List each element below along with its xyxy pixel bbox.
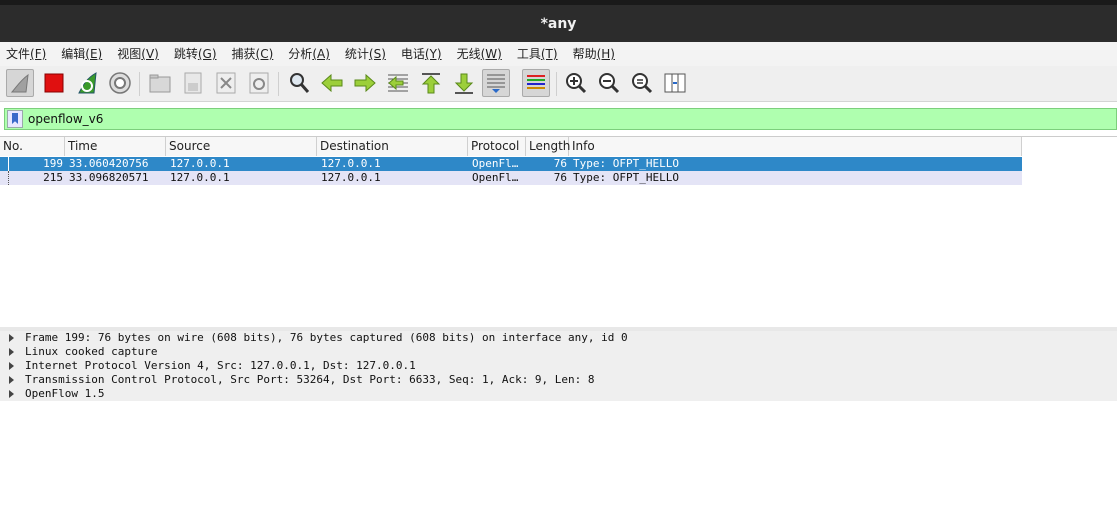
find-packet-icon[interactable] (285, 69, 313, 97)
menu-tools[interactable]: 工具(T) (511, 42, 564, 66)
main-toolbar (0, 66, 1117, 102)
cell-destination: 127.0.0.1 (321, 171, 381, 184)
expand-arrow-icon[interactable] (9, 362, 14, 370)
display-filter-input[interactable]: openflow_v6 (28, 112, 103, 126)
toolbar-separator (139, 72, 140, 96)
tree-item-tcp[interactable]: Transmission Control Protocol, Src Port:… (0, 373, 1117, 387)
menu-edit[interactable]: 编辑(E) (55, 42, 108, 66)
table-row[interactable]: 199 33.060420756 127.0.0.1 127.0.0.1 Ope… (0, 157, 1022, 171)
column-header-destination[interactable]: Destination (317, 137, 468, 156)
save-file-icon[interactable] (179, 69, 207, 97)
cell-destination: 127.0.0.1 (321, 157, 381, 170)
expand-arrow-icon[interactable] (9, 334, 14, 342)
first-packet-icon[interactable] (417, 69, 445, 97)
menu-bar: 文件(F) 编辑(E) 视图(V) 跳转(G) 捕获(C) 分析(A) 统计(S… (0, 42, 1117, 66)
packet-list-header: No. Time Source Destination Protocol Len… (0, 137, 1022, 156)
cell-info: Type: OFPT_HELLO (573, 157, 679, 170)
filter-bookmark-icon[interactable] (7, 110, 23, 128)
cell-time: 33.060420756 (69, 157, 149, 170)
tree-item-frame[interactable]: Frame 199: 76 bytes on wire (608 bits), … (0, 331, 1117, 345)
menu-statistics[interactable]: 统计(S) (339, 42, 392, 66)
capture-options-icon[interactable] (106, 69, 134, 97)
cell-no: 199 (43, 157, 63, 170)
toolbar-separator (278, 72, 279, 96)
tree-item-linux-cooked[interactable]: Linux cooked capture (0, 345, 1117, 359)
zoom-in-icon[interactable] (562, 69, 590, 97)
cell-source: 127.0.0.1 (170, 157, 230, 170)
expand-arrow-icon[interactable] (9, 376, 14, 384)
shark-fin-start-icon[interactable] (6, 69, 34, 97)
expand-arrow-icon[interactable] (9, 348, 14, 356)
last-packet-icon[interactable] (450, 69, 478, 97)
cell-info: Type: OFPT_HELLO (573, 171, 679, 184)
column-header-no[interactable]: No. (0, 137, 65, 156)
table-row[interactable]: 215 33.096820571 127.0.0.1 127.0.0.1 Ope… (0, 171, 1022, 185)
menu-telephony[interactable]: 电话(Y) (395, 42, 448, 66)
zoom-out-icon[interactable] (595, 69, 623, 97)
toolbar-separator (556, 72, 557, 96)
menu-help[interactable]: 帮助(H) (567, 42, 621, 66)
packet-details[interactable]: Frame 199: 76 bytes on wire (608 bits), … (0, 331, 1117, 508)
resize-columns-icon[interactable] (661, 69, 689, 97)
column-header-source[interactable]: Source (166, 137, 317, 156)
menu-view[interactable]: 视图(V) (111, 42, 165, 66)
go-forward-icon[interactable] (351, 69, 379, 97)
menu-file[interactable]: 文件(F) (0, 42, 52, 66)
cell-protocol: OpenFl… (472, 171, 519, 184)
go-to-packet-icon[interactable] (384, 69, 412, 97)
column-header-info[interactable]: Info (569, 137, 1022, 156)
cell-protocol: OpenFl… (472, 157, 519, 170)
column-header-length[interactable]: Length (526, 137, 570, 156)
cell-source: 127.0.0.1 (170, 171, 230, 184)
stop-capture-icon[interactable] (40, 69, 68, 97)
menu-wireless[interactable]: 无线(W) (451, 42, 508, 66)
menu-go[interactable]: 跳转(G) (168, 42, 223, 66)
normal-size-icon[interactable] (628, 69, 656, 97)
display-filter-bar[interactable]: openflow_v6 (4, 108, 1117, 130)
go-back-icon[interactable] (318, 69, 346, 97)
column-header-time[interactable]: Time (65, 137, 166, 156)
tree-item-ipv4[interactable]: Internet Protocol Version 4, Src: 127.0.… (0, 359, 1117, 373)
colorize-icon[interactable] (522, 69, 550, 97)
close-file-icon[interactable] (212, 69, 240, 97)
cell-no: 215 (43, 171, 63, 184)
packet-list[interactable]: No. Time Source Destination Protocol Len… (0, 136, 1117, 329)
reload-file-icon[interactable] (245, 69, 273, 97)
restart-capture-icon[interactable] (73, 69, 101, 97)
window-title: *any (540, 15, 577, 32)
window-titlebar: *any (0, 0, 1117, 42)
open-file-icon[interactable] (146, 69, 174, 97)
menu-capture[interactable]: 捕获(C) (226, 42, 280, 66)
tree-item-openflow[interactable]: OpenFlow 1.5 (0, 387, 1117, 401)
cell-length: 76 (553, 171, 567, 184)
column-header-protocol[interactable]: Protocol (468, 137, 526, 156)
cell-length: 76 (553, 157, 567, 170)
expand-arrow-icon[interactable] (9, 390, 14, 398)
auto-scroll-icon[interactable] (482, 69, 510, 97)
menu-analyze[interactable]: 分析(A) (282, 42, 336, 66)
cell-time: 33.096820571 (69, 171, 149, 184)
